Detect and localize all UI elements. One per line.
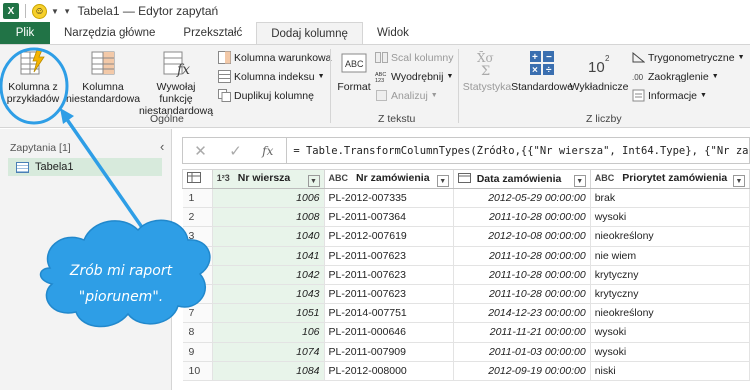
- highlight-ring: [0, 47, 69, 125]
- callout-arrow: [60, 108, 150, 237]
- callout-text: Zrób mi raport "piorunem".: [69, 263, 173, 305]
- callout-overlay: [0, 47, 211, 328]
